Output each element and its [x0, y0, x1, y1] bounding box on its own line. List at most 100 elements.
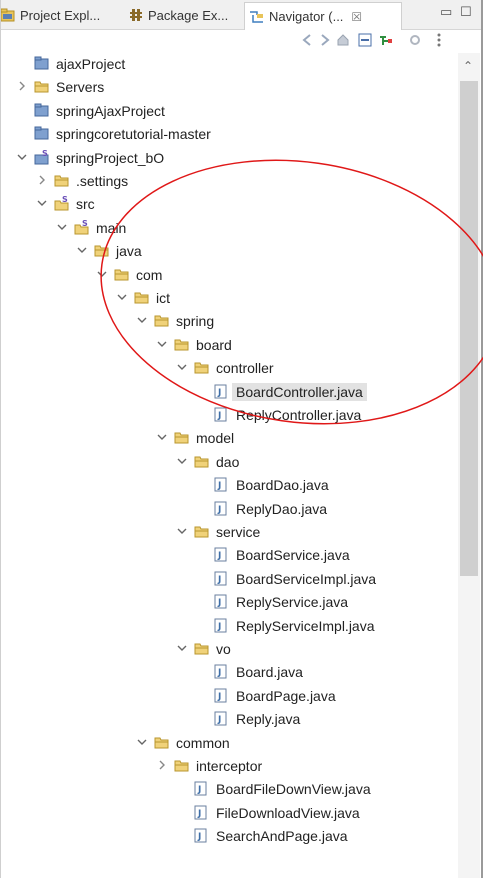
tree-item-label: .settings: [76, 173, 129, 189]
tab-project-explorer[interactable]: Project Expl...: [0, 4, 100, 26]
tree-item[interactable]: J BoardPage.java: [0, 685, 456, 707]
chevron-down-icon[interactable]: [176, 524, 188, 538]
tree-item[interactable]: springcoretutorial-master: [0, 123, 456, 145]
tree-item[interactable]: Smain: [0, 217, 456, 239]
chevron-down-icon[interactable]: [176, 454, 188, 468]
tree-item[interactable]: SspringProject_bO: [0, 147, 456, 169]
tree-item-label: BoardController.java: [232, 382, 367, 401]
folder-icon: [194, 524, 210, 539]
chevron-down-icon[interactable]: [56, 220, 68, 234]
tree-item[interactable]: controller: [0, 357, 456, 379]
svg-text:J: J: [197, 785, 201, 795]
tree-item[interactable]: Servers: [0, 76, 456, 98]
tree-item-label: Reply.java: [236, 711, 301, 728]
chevron-down-icon[interactable]: [136, 735, 148, 749]
folder-icon: [174, 758, 190, 773]
navigator-icon: [249, 10, 265, 24]
view-tab-bar: Project Expl... Package Ex... Navigator …: [0, 0, 483, 30]
tree-item[interactable]: J ReplyDao.java: [0, 498, 456, 520]
tree-item-label: springAjaxProject: [56, 102, 165, 119]
spring-folder-icon: S: [74, 219, 90, 235]
tree-item[interactable]: J BoardService.java: [0, 544, 456, 566]
sync-icon[interactable]: [408, 33, 422, 52]
tree-item[interactable]: J Board.java: [0, 661, 456, 683]
tab-label: Navigator (...: [269, 9, 344, 24]
chevron-down-icon[interactable]: [156, 430, 168, 444]
tree-item-label: Servers: [56, 79, 105, 96]
tree-item-label: ict: [156, 290, 170, 306]
vertical-scrollbar[interactable]: ⌃: [458, 53, 480, 878]
tree-item[interactable]: Ssrc: [0, 193, 456, 215]
tree-item[interactable]: J ReplyServiceImpl.java: [0, 615, 456, 637]
chevron-down-icon[interactable]: [156, 337, 168, 351]
view-toolbar: [0, 30, 483, 52]
tree-item[interactable]: J BoardFileDownView.java: [0, 778, 456, 800]
tree-item[interactable]: J ReplyController.java: [0, 404, 456, 426]
view-menu-icon[interactable]: [436, 33, 442, 52]
chevron-right-icon[interactable]: [16, 79, 28, 93]
forward-arrow-icon[interactable]: [318, 33, 332, 52]
tree-item[interactable]: ajaxProject: [0, 53, 456, 75]
tree-item[interactable]: spring: [0, 310, 456, 332]
minimize-icon[interactable]: ▭: [440, 4, 452, 20]
tree-item[interactable]: J SearchAndPage.java: [0, 825, 456, 847]
spring-project-icon: S: [34, 149, 50, 165]
svg-text:S: S: [62, 196, 68, 204]
tree-item[interactable]: com: [0, 264, 456, 286]
tab-package-explorer[interactable]: Package Ex...: [130, 4, 228, 26]
link-editor-icon[interactable]: [378, 33, 394, 52]
tree-item[interactable]: vo: [0, 638, 456, 660]
tab-navigator[interactable]: Navigator (... ☒: [244, 2, 402, 30]
chevron-right-icon[interactable]: [36, 173, 48, 187]
tree-item[interactable]: J Reply.java: [0, 708, 456, 730]
collapse-all-icon[interactable]: [358, 33, 372, 52]
tree-item[interactable]: springAjaxProject: [0, 100, 456, 122]
maximize-icon[interactable]: ☐: [460, 4, 472, 20]
tree-item-label: ReplyController.java: [236, 407, 362, 423]
chevron-down-icon[interactable]: [136, 313, 148, 327]
chevron-down-icon[interactable]: [76, 243, 88, 257]
chevron-right-icon[interactable]: [156, 758, 168, 772]
tree-item[interactable]: J BoardController.java: [0, 381, 456, 403]
tree-item[interactable]: .settings: [0, 170, 456, 192]
tree-item[interactable]: interceptor: [0, 755, 456, 777]
svg-text:J: J: [217, 622, 221, 632]
chevron-down-icon[interactable]: [176, 360, 188, 374]
back-arrow-icon[interactable]: [300, 33, 314, 52]
tree-item[interactable]: J BoardServiceImpl.java: [0, 568, 456, 590]
tree-item[interactable]: J ReplyService.java: [0, 591, 456, 613]
navigator-view: Project Expl... Package Ex... Navigator …: [0, 0, 483, 878]
tree-item[interactable]: java: [0, 240, 456, 262]
tree-item-label: model: [196, 430, 235, 447]
java-file-icon: J: [194, 828, 210, 843]
scrollbar-thumb[interactable]: [460, 81, 478, 576]
tree-item-label: BoardDao.java: [236, 477, 329, 494]
chevron-down-icon[interactable]: [176, 641, 188, 655]
java-file-icon: J: [214, 407, 230, 422]
folder-icon: [54, 173, 70, 188]
tree-item-label: dao: [216, 453, 240, 470]
chevron-down-icon[interactable]: [116, 290, 128, 304]
folder-icon: [154, 735, 170, 750]
tree-item[interactable]: service: [0, 521, 456, 543]
tree-item[interactable]: ict: [0, 287, 456, 309]
tree-item-label: common: [176, 734, 230, 751]
folder-icon: [174, 430, 190, 445]
scroll-up-icon[interactable]: ⌃: [463, 59, 473, 73]
tree-item[interactable]: dao: [0, 451, 456, 473]
chevron-down-icon[interactable]: [96, 267, 108, 281]
close-icon[interactable]: ☒: [351, 10, 362, 24]
svg-text:J: J: [217, 575, 221, 585]
tree-item[interactable]: model: [0, 427, 456, 449]
tree-item[interactable]: J BoardDao.java: [0, 474, 456, 496]
chevron-down-icon[interactable]: [16, 150, 28, 164]
java-file-icon: J: [214, 571, 230, 586]
tree-item[interactable]: J FileDownloadView.java: [0, 802, 456, 824]
home-icon[interactable]: [336, 33, 350, 52]
tree-item-label: interceptor: [196, 758, 263, 774]
chevron-down-icon[interactable]: [36, 196, 48, 210]
project-icon: [34, 56, 50, 71]
tree-item-label: spring: [176, 313, 215, 330]
tree-item[interactable]: common: [0, 732, 456, 754]
tree-item[interactable]: board: [0, 334, 456, 356]
